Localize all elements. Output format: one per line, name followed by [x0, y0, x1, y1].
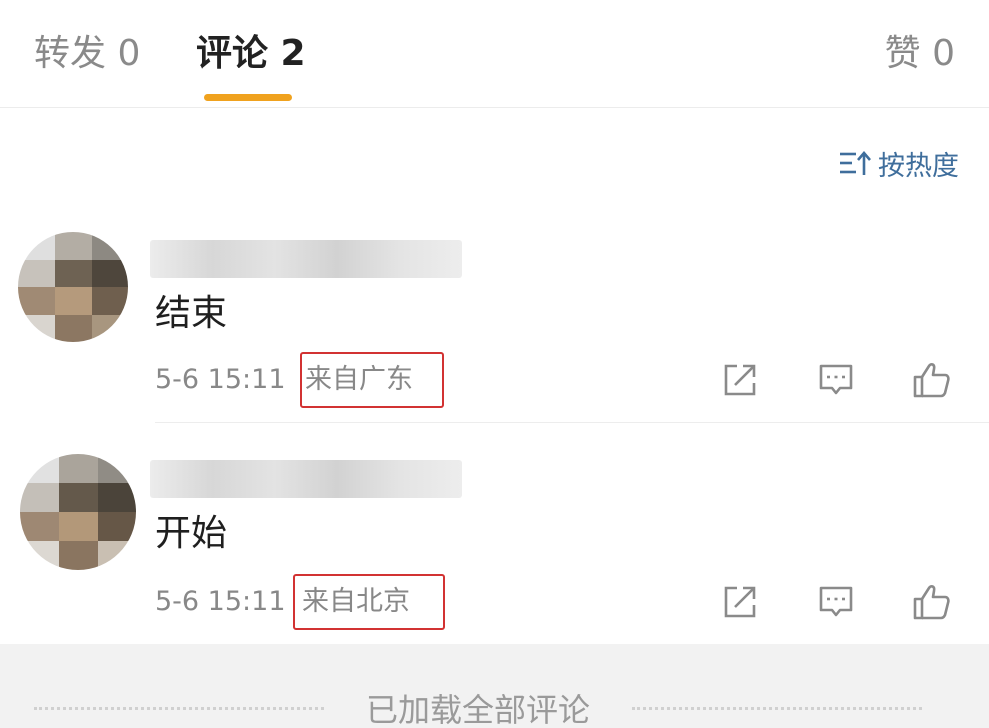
- footer-row: 已加载全部评论: [0, 688, 989, 728]
- avatar[interactable]: [20, 454, 136, 570]
- location-label: 来自北京: [293, 574, 445, 630]
- reply-icon: [819, 364, 853, 395]
- reply-icon: [819, 586, 853, 617]
- tab-comment[interactable]: 评论 2: [196, 30, 306, 78]
- sort-by-hot-button[interactable]: 按热度: [838, 143, 959, 183]
- tab-bar: 转发 0 评论 2 赞 0: [0, 0, 989, 108]
- avatar[interactable]: [18, 232, 128, 342]
- comment-item: 结束 5-6 15:11 来自广东: [0, 222, 989, 424]
- comment-text: 开始: [155, 513, 228, 554]
- all-comments-loaded-text: 已加载全部评论: [366, 691, 591, 728]
- location-label: 来自广东: [300, 352, 444, 408]
- share-button[interactable]: [718, 358, 762, 402]
- dotted-divider-right: [632, 706, 923, 710]
- active-tab-indicator: [204, 94, 292, 101]
- like-icon: [913, 585, 950, 620]
- comment-time: 5-6 15:11: [155, 586, 286, 617]
- like-button[interactable]: [910, 580, 954, 624]
- reply-button[interactable]: [814, 580, 858, 624]
- comment-text: 结束: [155, 293, 228, 334]
- reply-button[interactable]: [814, 358, 858, 402]
- comment-item: 开始 5-6 15:11 来自北京: [0, 448, 989, 644]
- comment-time: 5-6 15:11: [155, 364, 286, 395]
- sort-icon: [840, 151, 871, 175]
- comments-footer: 已加载全部评论: [0, 644, 989, 728]
- tab-like[interactable]: 赞 0: [885, 30, 955, 78]
- share-icon: [724, 364, 756, 396]
- like-icon: [913, 363, 950, 398]
- comment-actions: [718, 358, 958, 402]
- comment-actions: [718, 580, 958, 624]
- dotted-divider-left: [34, 706, 324, 710]
- sort-label: 按热度: [878, 150, 959, 182]
- share-icon: [724, 586, 756, 618]
- tab-repost[interactable]: 转发 0: [34, 30, 140, 78]
- comment-divider: [155, 422, 989, 423]
- like-button[interactable]: [910, 358, 954, 402]
- share-button[interactable]: [718, 580, 762, 624]
- username-blurred[interactable]: [150, 240, 462, 278]
- username-blurred[interactable]: [150, 460, 462, 498]
